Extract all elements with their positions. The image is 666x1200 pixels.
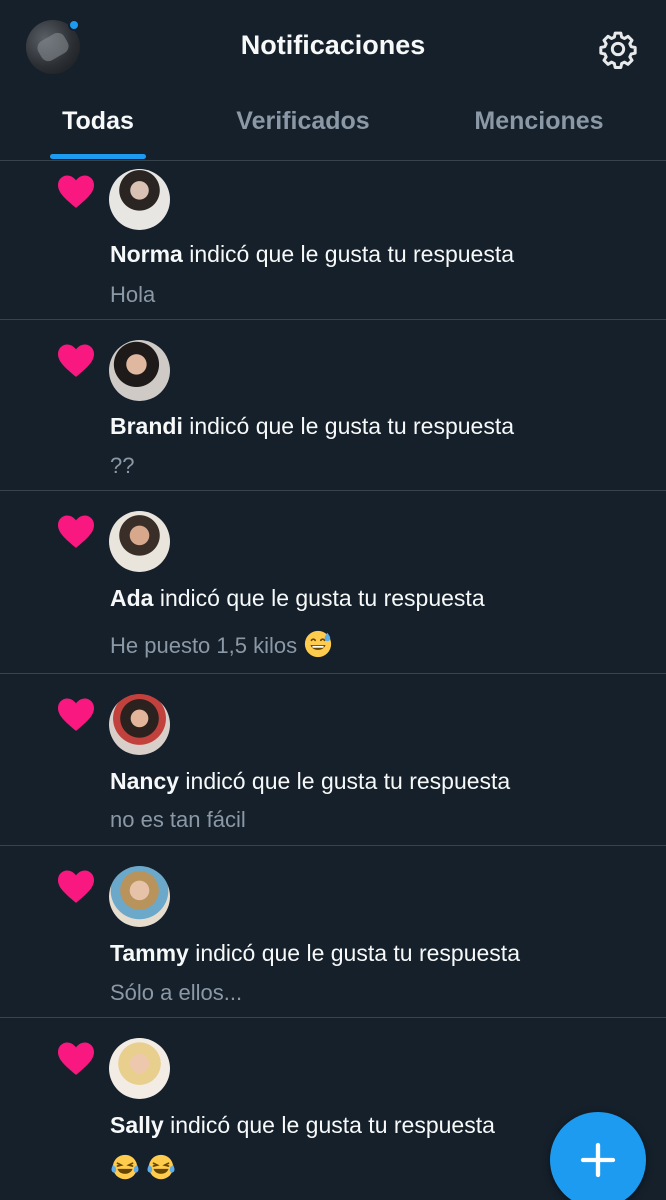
heart-icon [58, 698, 94, 731]
notification-action: indicó que le gusta tu respuesta [182, 241, 515, 267]
reply-snippet [104, 1152, 176, 1182]
heart-icon [58, 344, 94, 377]
user-avatar[interactable] [109, 169, 170, 230]
gear-icon[interactable] [598, 29, 638, 69]
reply-snippet: ?? [110, 453, 135, 478]
tab-verificados[interactable]: Verificados [208, 107, 398, 136]
notification-text: Sally indicó que le gusta tu respuesta [110, 1112, 495, 1139]
notification-tabs: Todas Verificados Menciones [0, 95, 666, 161]
heart-icon [58, 515, 94, 548]
notification-text: Norma indicó que le gusta tu respuesta [110, 241, 514, 268]
top-bar: Notificaciones [0, 0, 666, 95]
user-avatar[interactable] [109, 340, 170, 401]
compose-button[interactable] [550, 1112, 646, 1200]
reply-snippet: He puesto 1,5 kilos [110, 629, 333, 659]
notification-item[interactable]: Nancy indicó que le gusta tu respuesta n… [0, 674, 666, 846]
user-name[interactable]: Ada [110, 585, 153, 611]
tab-todas[interactable]: Todas [50, 107, 146, 136]
notification-action: indicó que le gusta tu respuesta [179, 768, 511, 794]
notification-item[interactable]: Tammy indicó que le gusta tu respuesta S… [0, 846, 666, 1018]
plus-icon [580, 1142, 616, 1178]
notification-action: indicó que le gusta tu respuesta [182, 413, 515, 439]
heart-icon [58, 175, 94, 208]
reply-snippet-text: He puesto 1,5 kilos [110, 633, 298, 658]
notifications-screen: Notificaciones Todas Verificados Mencion… [0, 0, 666, 1200]
notification-action: indicó que le gusta tu respuesta [153, 585, 485, 611]
notification-item[interactable]: Norma indicó que le gusta tu respuesta H… [0, 161, 666, 320]
user-name[interactable]: Norma [110, 241, 183, 267]
notification-text: Brandi indicó que le gusta tu respuesta [110, 413, 514, 440]
user-name[interactable]: Brandi [110, 413, 183, 439]
notification-action: indicó que le gusta tu respuesta [163, 1112, 495, 1138]
tab-menciones[interactable]: Menciones [448, 107, 630, 136]
tears-of-joy-emoji-icon [111, 1154, 139, 1180]
heart-icon [58, 870, 94, 903]
user-avatar[interactable] [109, 1038, 170, 1099]
user-avatar[interactable] [109, 694, 170, 755]
notification-item[interactable]: Brandi indicó que le gusta tu respuesta … [0, 320, 666, 491]
active-tab-indicator [50, 154, 146, 159]
notification-text: Nancy indicó que le gusta tu respuesta [110, 768, 510, 795]
sweat-smile-emoji-icon [304, 630, 332, 658]
user-name[interactable]: Sally [110, 1112, 164, 1138]
user-name[interactable]: Nancy [110, 768, 179, 794]
tears-of-joy-emoji-icon [147, 1154, 175, 1180]
heart-icon [58, 1042, 94, 1075]
user-name[interactable]: Tammy [110, 940, 189, 966]
user-avatar[interactable] [109, 511, 170, 572]
notification-text: Tammy indicó que le gusta tu respuesta [110, 940, 520, 967]
reply-snippet: Sólo a ellos... [110, 980, 243, 1005]
notification-action: indicó que le gusta tu respuesta [188, 940, 520, 966]
user-avatar[interactable] [109, 866, 170, 927]
notification-text: Ada indicó que le gusta tu respuesta [110, 585, 485, 612]
reply-snippet: no es tan fácil [110, 807, 246, 832]
notification-item[interactable]: Ada indicó que le gusta tu respuesta He … [0, 491, 666, 674]
page-title: Notificaciones [240, 30, 426, 60]
reply-snippet: Hola [110, 282, 156, 307]
